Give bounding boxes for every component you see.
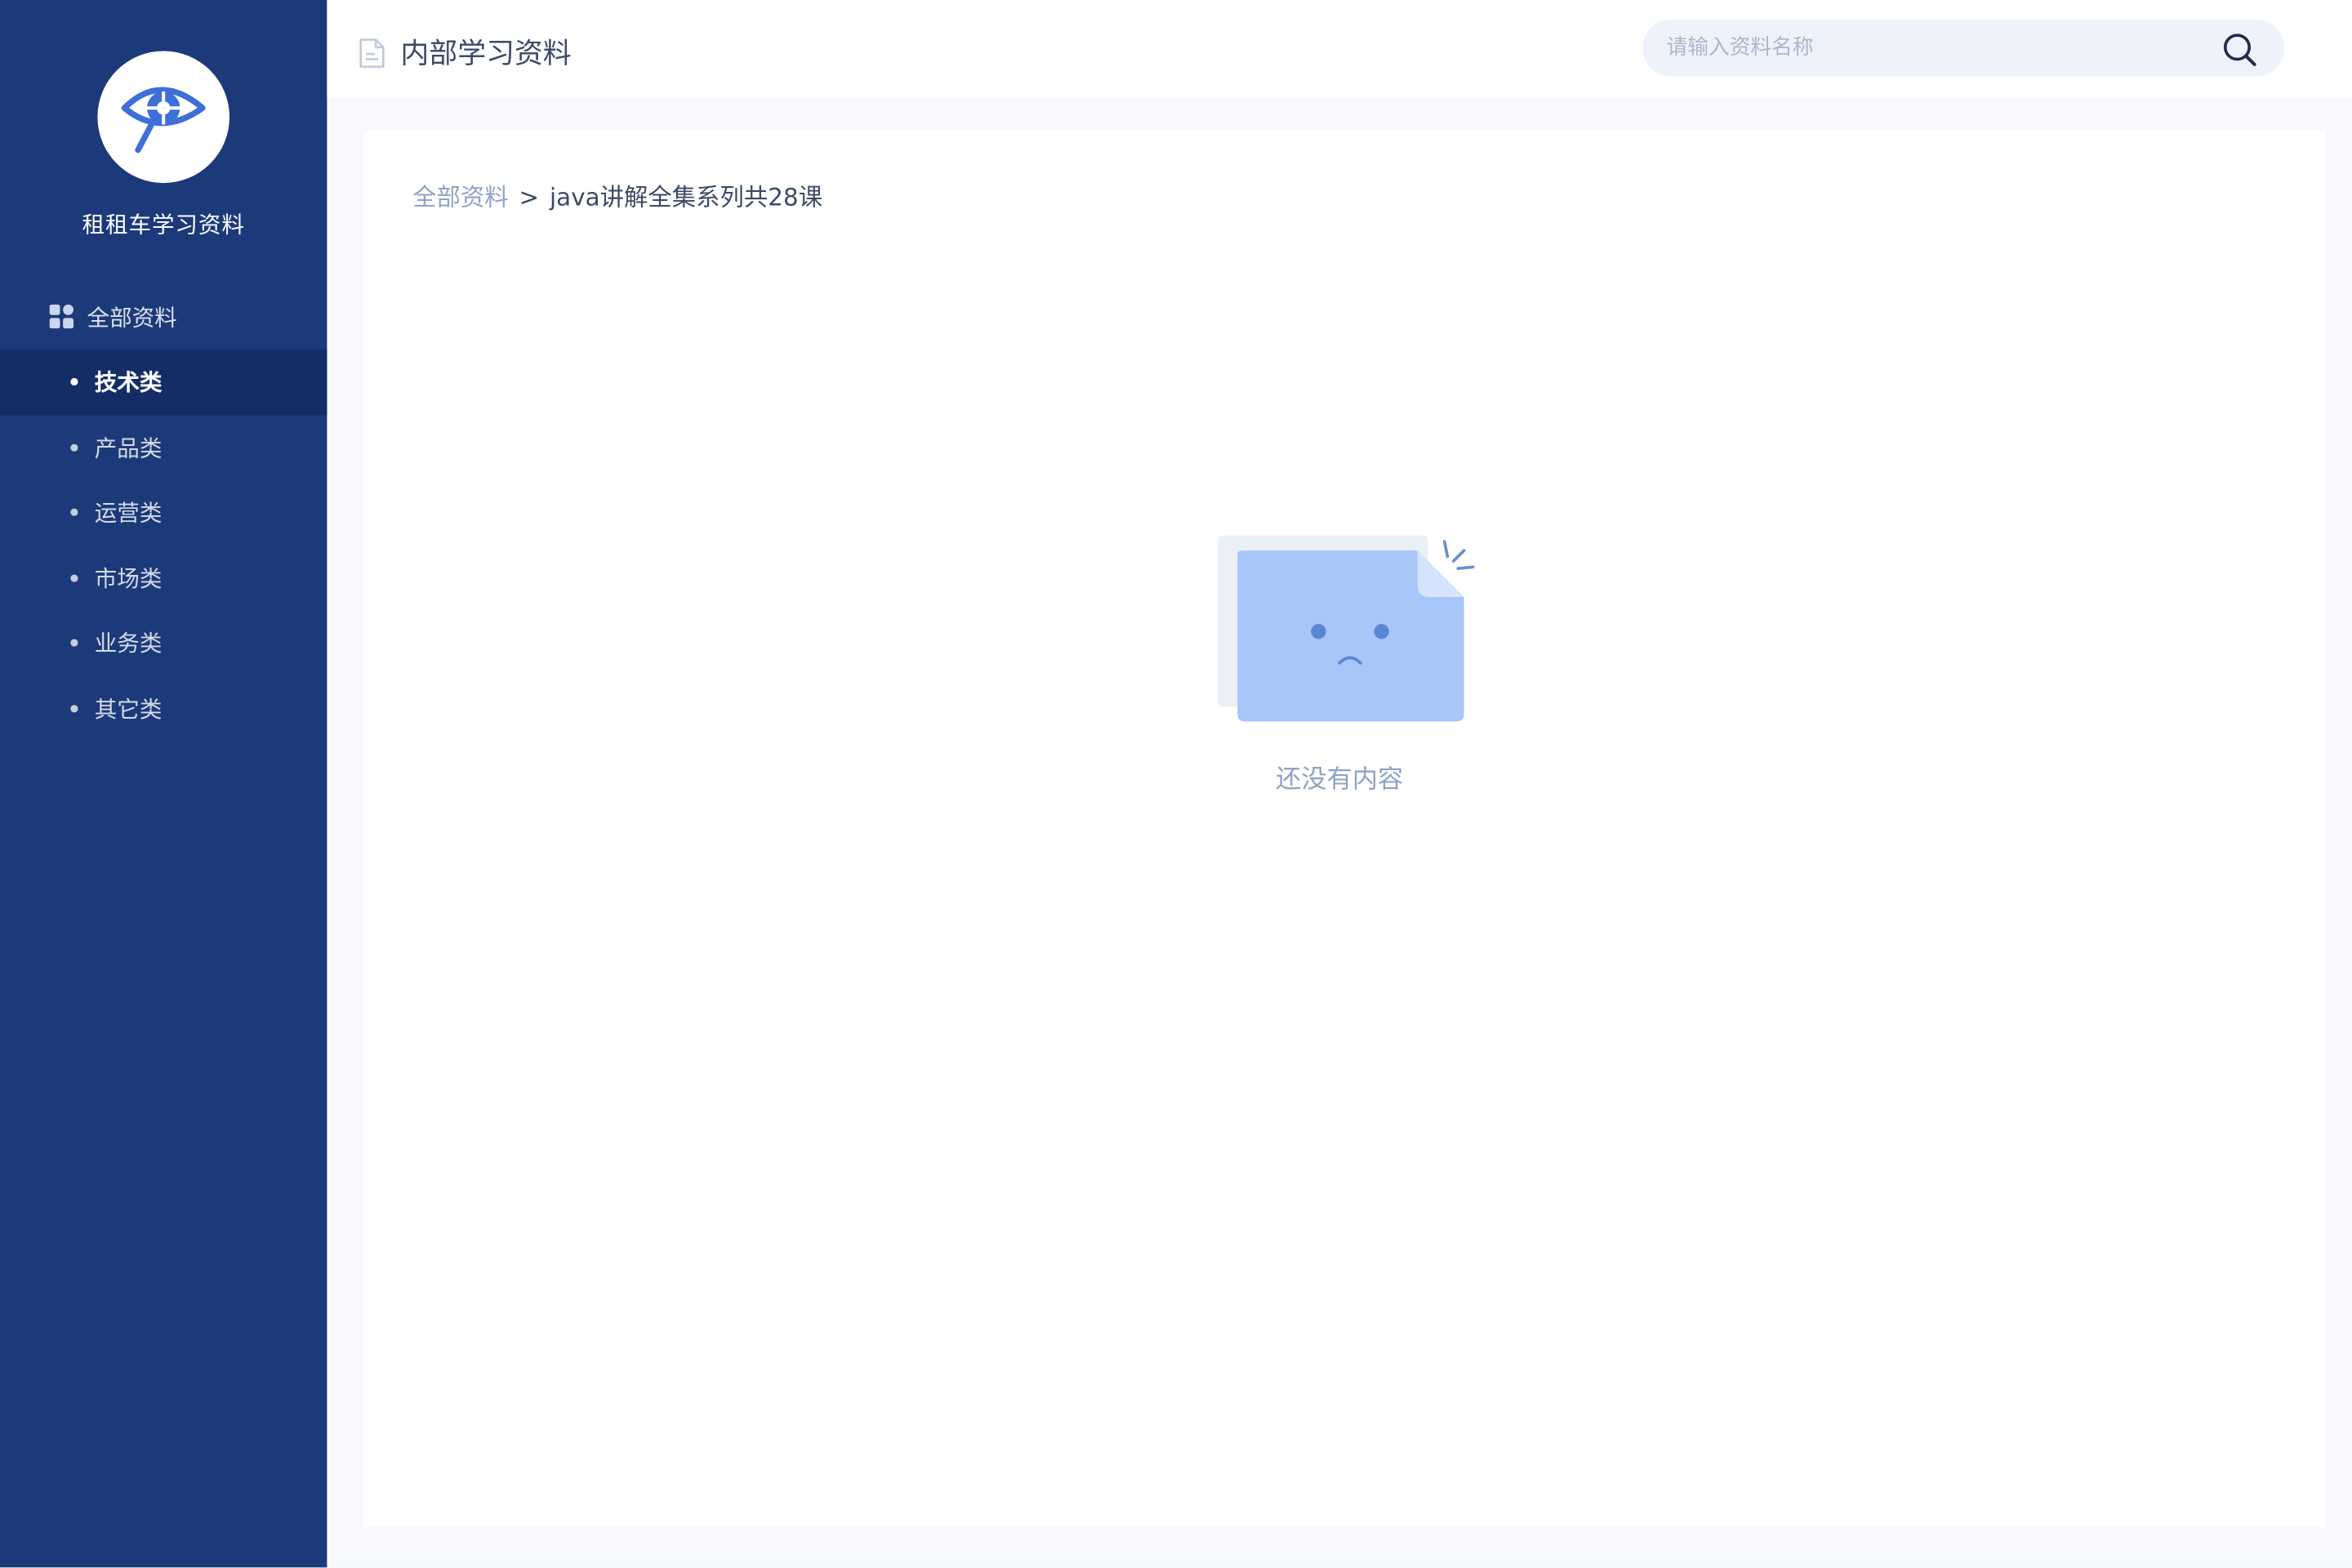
bullet-dot [70, 704, 78, 712]
search-box [1642, 19, 2285, 77]
sidebar-item-label: 其它类 [94, 695, 163, 723]
sidebar: 租租车学习资料 全部资料 技术类 产品类 运营类 市场类 业务类 其它类 [0, 0, 327, 1568]
sidebar-item-label: 业务类 [94, 630, 163, 657]
sidebar-item-all[interactable]: 全部资料 [0, 292, 327, 341]
empty-state-text: 还没有内容 [1276, 764, 1404, 795]
category-list: 技术类 产品类 运营类 市场类 业务类 其它类 [0, 349, 327, 741]
brand-name: 租租车学习资料 [82, 211, 245, 239]
sidebar-item-label: 市场类 [94, 564, 163, 592]
sidebar-item-other[interactable]: 其它类 [0, 675, 327, 741]
sidebar-item-product[interactable]: 产品类 [0, 415, 327, 480]
bullet-dot [70, 377, 78, 386]
top-header: 内部学习资料 [327, 0, 2352, 98]
bullet-dot [70, 639, 78, 647]
bullet-dot [70, 443, 78, 451]
sidebar-item-label: 运营类 [94, 499, 163, 527]
sidebar-item-label: 产品类 [94, 434, 163, 461]
breadcrumb-separator: > [519, 183, 540, 212]
document-icon [359, 38, 385, 69]
bullet-dot [70, 508, 78, 516]
breadcrumb-root-link[interactable]: 全部资料 [412, 183, 509, 212]
sidebar-item-operations[interactable]: 运营类 [0, 480, 327, 546]
sidebar-item-all-label: 全部资料 [87, 304, 177, 332]
sidebar-item-business[interactable]: 业务类 [0, 611, 327, 676]
sidebar-item-tech[interactable]: 技术类 [0, 349, 327, 415]
grid-icon [49, 304, 74, 329]
logo[interactable] [97, 51, 230, 184]
sidebar-item-marketing[interactable]: 市场类 [0, 546, 327, 611]
search-icon[interactable] [2221, 32, 2257, 68]
bullet-dot [70, 573, 78, 581]
app-root: 租租车学习资料 全部资料 技术类 产品类 运营类 市场类 业务类 其它类 内部学… [0, 0, 2352, 1568]
search-input[interactable] [1666, 19, 2207, 77]
content-panel: 全部资料 > java讲解全集系列共28课 还没有内容 [364, 130, 2325, 1527]
eye-search-logo-icon [121, 87, 206, 154]
empty-folder-sad-icon [1218, 535, 1475, 722]
breadcrumb: 全部资料 > java讲解全集系列共28课 [412, 177, 822, 213]
page-title: 内部学习资料 [400, 37, 572, 71]
sidebar-item-label: 技术类 [94, 368, 163, 396]
breadcrumb-current: java讲解全集系列共28课 [550, 183, 823, 212]
